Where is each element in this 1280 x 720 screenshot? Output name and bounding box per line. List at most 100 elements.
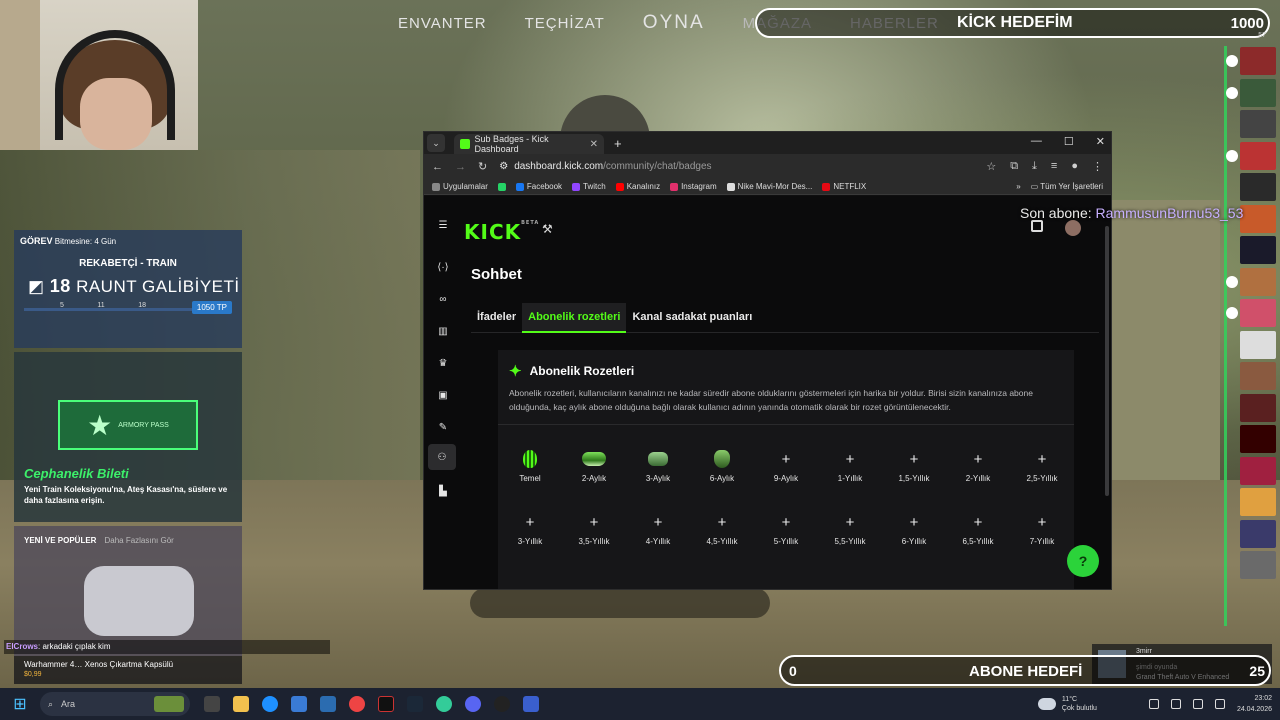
badge-slot[interactable]: +9-Aylık [754,446,818,484]
windows-start-icon[interactable]: ⊞ [0,688,40,720]
wallet-icon[interactable] [1031,220,1043,232]
clock[interactable]: 23:02 24.04.2026 [1237,693,1272,715]
avatar[interactable] [1240,393,1276,422]
extensions-icon[interactable]: ⧉ [1010,160,1018,173]
badge-slot[interactable]: +5-Yıllık [754,509,818,547]
avatar[interactable] [1240,519,1276,548]
tab-loyalty-points[interactable]: Kanal sadakat puanları [626,303,758,333]
help-button[interactable]: ? [1067,545,1099,577]
armory-pass-panel[interactable]: ★ ARMORY PASS Cephanelik Bileti Yeni Trai… [14,352,242,522]
back-icon[interactable]: ← [432,161,443,173]
badge-slot[interactable]: +1-Yıllık [818,446,882,484]
avatar[interactable] [1240,362,1276,390]
new-popular-panel[interactable]: YENİ VE POPÜLER Daha Fazlasını Gör [14,526,242,656]
wrench-icon[interactable]: ✎ [436,420,450,434]
badge-slot[interactable]: +2,5-Yıllık [1010,446,1074,484]
address-bar[interactable]: ⚙ dashboard.kick.com/community/chat/badg… [499,158,974,176]
badge-slot[interactable]: Temel [498,446,562,483]
badge-slot[interactable]: +5,5-Yıllık [818,509,882,547]
avatar[interactable] [1240,173,1276,201]
avatar[interactable] [1240,299,1276,327]
bookmark-twitch[interactable]: Twitch [572,182,606,191]
battery-icon[interactable] [1214,699,1225,709]
all-bookmarks[interactable]: ▭ Tüm Yer İşaretleri [1031,182,1103,191]
bookmark-youtube[interactable]: Kanalınız [615,182,660,191]
reload-icon[interactable]: ↻ [478,160,487,173]
mission-panel[interactable]: GÖREV Bitmesine: 4 Gün REKABETÇİ - TRAIN… [14,230,242,348]
app-icon[interactable] [523,696,539,712]
avatar[interactable] [1240,456,1276,485]
video-icon[interactable]: ▣ [436,388,450,402]
media-icon[interactable]: ≡ [1051,160,1057,173]
network-icon[interactable] [1170,699,1181,709]
avatar[interactable] [1240,425,1276,453]
link-icon[interactable]: ∞ [436,292,450,306]
avatar[interactable] [1240,47,1276,75]
avatar[interactable] [1240,236,1276,264]
see-more-link[interactable]: Daha Fazlasını Gör [104,536,173,545]
forward-icon[interactable]: → [455,161,466,173]
close-tab-icon[interactable]: ✕ [590,139,598,150]
file-explorer-icon[interactable] [233,696,249,712]
badge-slot[interactable]: +2-Yıllık [946,446,1010,484]
badge-slot[interactable]: 6-Aylık [690,446,754,483]
badge-slot[interactable]: +6,5-Yıllık [946,509,1010,547]
browser-tab-active[interactable]: Sub Badges - Kick Dashboard ✕ [454,134,604,154]
avatar[interactable] [1240,141,1276,170]
nav-play[interactable]: OYNA [643,12,705,34]
badge-slot[interactable]: +4,5-Yıllık [690,509,754,547]
tab-sub-badges[interactable]: Abonelik rozetleri [522,302,627,333]
menu-icon[interactable]: ⋮ [1092,160,1103,173]
discord-icon[interactable] [465,696,481,712]
avatar[interactable] [1240,110,1276,138]
hammer-icon[interactable]: ⚒ [542,222,553,236]
download-icon[interactable]: ⤓ [1032,160,1037,173]
bookmark-nike[interactable]: Nike Mavi-Mor Des... [726,182,812,191]
user-avatar[interactable] [1065,220,1081,236]
taskbar-search[interactable]: ⌕ Ara [40,692,190,716]
avatar[interactable] [1240,551,1276,579]
chevron-up-icon[interactable] [1148,699,1159,709]
hamburger-icon[interactable]: ☰ [436,218,450,232]
maximize-icon[interactable]: ☐ [1064,135,1074,148]
scrollbar[interactable] [1105,226,1109,496]
close-window-icon[interactable]: ✕ [1096,135,1105,148]
more-bookmarks-icon[interactable]: » [1016,182,1020,191]
trophy-icon[interactable]: ♛ [436,356,450,370]
bookmark-star-icon[interactable]: ☆ [986,160,996,173]
avatar[interactable] [1240,330,1276,359]
tab-emotes[interactable]: İfadeler [471,303,522,333]
obs-icon[interactable] [378,696,394,712]
community-icon[interactable]: ⚇ [428,444,456,470]
badge-slot[interactable]: 3-Aylık [626,446,690,483]
steam-icon[interactable] [407,696,423,712]
store-icon[interactable] [291,696,307,712]
avatar[interactable] [1240,267,1276,296]
avatar[interactable] [1240,78,1276,107]
speaker-icon[interactable] [1192,699,1203,709]
store-item[interactable]: Warhammer 4… Xenos Çıkartma Kapsülü $0,9… [14,656,242,684]
bookmark-apps[interactable]: Uygulamalar [432,182,488,191]
chrome-icon[interactable] [349,696,365,712]
edge-icon[interactable] [262,696,278,712]
stream-icon[interactable]: ⟨·⟩ [436,260,450,274]
badge-slot[interactable]: +3-Yıllık [498,509,562,547]
bookmark-instagram[interactable]: Instagram [670,182,717,191]
badge-slot[interactable]: +3,5-Yıllık [562,509,626,547]
avatar[interactable] [1240,204,1276,233]
badge-slot[interactable]: +6-Yıllık [882,509,946,547]
analytics-icon[interactable]: ▥ [436,324,450,338]
task-view-icon[interactable] [204,696,220,712]
minimize-icon[interactable]: — [1031,135,1042,148]
nav-loadout[interactable]: TEÇHİZAT [525,15,605,32]
avatar[interactable] [1240,488,1276,516]
mod-icon[interactable]: ▙ [436,484,450,498]
new-tab-button[interactable]: + [614,136,622,151]
badge-slot[interactable]: +1,5-Yıllık [882,446,946,484]
badge-slot[interactable]: +7-Yıllık [1010,509,1074,547]
app-icon[interactable] [494,696,510,712]
badge-slot[interactable]: 2-Aylık [562,446,626,483]
bookmark-facebook[interactable]: Facebook [515,182,562,191]
tab-search-button[interactable]: ⌄ [427,134,445,152]
bookmark-netflix[interactable]: NETFLIX [822,182,866,191]
